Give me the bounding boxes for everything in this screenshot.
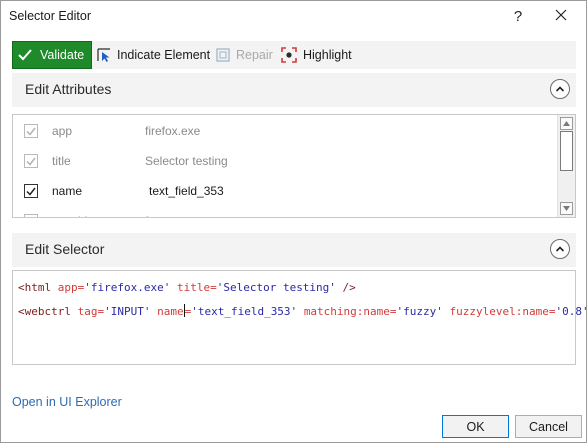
- collapse-attributes-button[interactable]: [550, 79, 570, 99]
- selector-value: 'text_field_353': [191, 305, 298, 318]
- indicate-label: Indicate Element: [117, 48, 211, 62]
- validate-label: Validate: [40, 48, 85, 62]
- attribute-name: name: [52, 184, 83, 198]
- selector-attr: matching:name=: [303, 305, 397, 318]
- help-button[interactable]: ?: [501, 5, 535, 29]
- selector-attr: name: [157, 305, 184, 318]
- scroll-down-button[interactable]: [560, 202, 573, 215]
- attribute-row-app: app firefox.exe: [13, 116, 557, 146]
- collapse-icon: [555, 86, 565, 92]
- selector-attr: fuzzylevel:name=: [449, 305, 556, 318]
- selector-tag: <html: [18, 281, 58, 294]
- ok-button[interactable]: OK: [442, 415, 509, 438]
- selector-value: 'fuzzy': [396, 305, 443, 318]
- attribute-value[interactable]: text_field_353: [149, 184, 224, 198]
- checkmark-icon: [26, 187, 36, 196]
- attribute-name: matching: [52, 214, 101, 217]
- close-button[interactable]: [541, 5, 581, 29]
- attribute-row-matching: matching fuzzy: [13, 206, 557, 219]
- selector-value: 'firefox.exe': [84, 281, 171, 294]
- repair-icon: [216, 48, 230, 62]
- edit-selector-header: Edit Selector: [12, 233, 576, 267]
- selector-value: 'Selector testing': [216, 281, 336, 294]
- collapse-icon: [555, 246, 565, 252]
- repair-button[interactable]: Repair: [215, 43, 273, 67]
- selector-value: 'INPUT': [104, 305, 151, 318]
- selector-value: '0.8': [555, 305, 587, 318]
- selector-tag: <webctrl: [18, 305, 78, 318]
- selector-attr: title=: [176, 281, 217, 294]
- selector-line-webctrl: <webctrl tag='INPUT' name='text_field_35…: [18, 304, 587, 318]
- open-in-ui-explorer-link[interactable]: Open in UI Explorer: [12, 395, 122, 409]
- checkmark-icon: [26, 217, 36, 219]
- attribute-value[interactable]: firefox.exe: [145, 124, 200, 138]
- scroll-thumb[interactable]: [560, 131, 573, 171]
- edit-attributes-title: Edit Attributes: [25, 81, 112, 97]
- title-bar: Selector Editor ?: [1, 1, 586, 33]
- close-icon: [555, 9, 567, 21]
- selector-attr: app=: [57, 281, 85, 294]
- indicate-element-button[interactable]: Indicate Element: [96, 43, 210, 67]
- attributes-list: app firefox.exe title Selector testing n…: [12, 114, 576, 218]
- checkmark-icon: [26, 127, 36, 136]
- checkmark-icon: [26, 157, 36, 166]
- scroll-up-button[interactable]: [560, 117, 573, 130]
- selector-line-html: <html app='firefox.exe' title='Selector …: [18, 281, 356, 294]
- toolbar: Validate Indicate Element Repair Highlig…: [12, 41, 576, 69]
- attribute-checkbox-name[interactable]: [24, 184, 38, 198]
- attribute-row-name: name text_field_353: [13, 176, 557, 206]
- attribute-value[interactable]: fuzzy: [145, 214, 173, 217]
- highlight-button[interactable]: Highlight: [280, 43, 352, 67]
- edit-selector-title: Edit Selector: [25, 241, 105, 257]
- validate-button[interactable]: Validate: [12, 41, 92, 69]
- selector-tag-close: />: [335, 281, 356, 294]
- selector-editor-window: Selector Editor ? Validate Indicate Elem…: [0, 0, 587, 443]
- check-icon: [18, 49, 32, 61]
- attribute-checkbox-title[interactable]: [24, 154, 38, 168]
- attribute-checkbox-matching[interactable]: [24, 214, 38, 219]
- scroll-down-icon: [563, 206, 570, 211]
- scroll-up-icon: [563, 121, 570, 126]
- indicate-icon: [97, 48, 110, 62]
- window-title: Selector Editor: [9, 9, 91, 23]
- edit-attributes-header: Edit Attributes: [12, 73, 576, 107]
- attributes-scrollbar[interactable]: [557, 115, 575, 217]
- attribute-value[interactable]: Selector testing: [145, 154, 228, 168]
- attribute-checkbox-app[interactable]: [24, 124, 38, 138]
- collapse-selector-button[interactable]: [550, 239, 570, 259]
- highlight-icon: [281, 47, 297, 63]
- selector-text-editor[interactable]: <html app='firefox.exe' title='Selector …: [12, 270, 587, 365]
- cancel-button[interactable]: Cancel: [515, 415, 582, 438]
- highlight-label: Highlight: [303, 48, 352, 62]
- selector-attr: tag=: [77, 305, 105, 318]
- attribute-row-title: title Selector testing: [13, 146, 557, 176]
- repair-label: Repair: [236, 48, 273, 62]
- attribute-name: app: [52, 124, 73, 138]
- attribute-name: title: [52, 154, 71, 168]
